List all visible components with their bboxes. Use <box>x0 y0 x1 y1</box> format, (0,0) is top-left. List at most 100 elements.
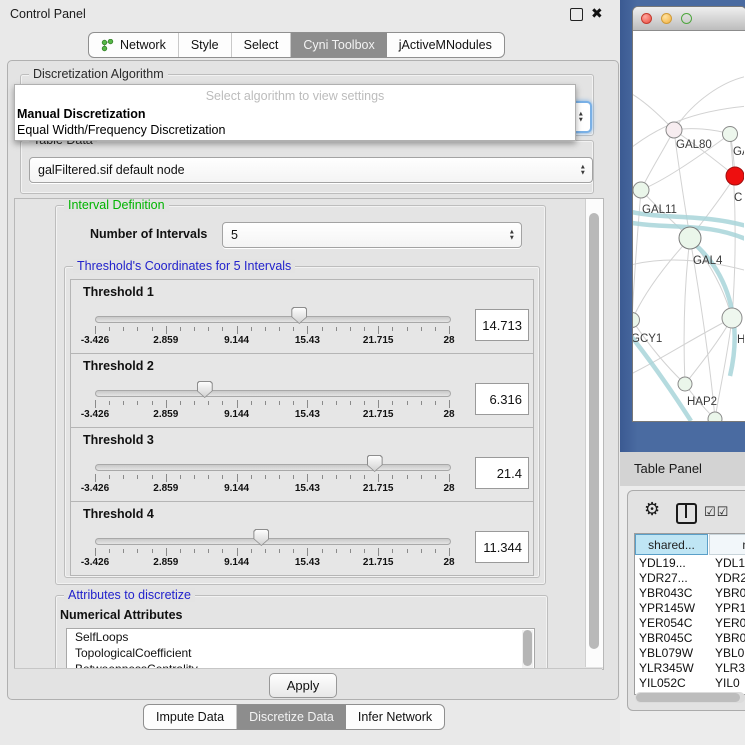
thresholds-title: Threshold's Coordinates for 5 Intervals <box>73 259 295 273</box>
table-row[interactable]: YDR27...YDR2 <box>635 571 745 586</box>
table-row[interactable]: YIL052CYIL0 <box>635 676 745 691</box>
panel-title: Control Panel <box>10 7 86 21</box>
cell-shared-name[interactable]: YBR043C <box>635 586 709 601</box>
slider-track[interactable] <box>95 316 451 323</box>
network-canvas[interactable]: GAL80GACGAL11GAL4GCY1HHAP2 <box>633 31 744 421</box>
network-node[interactable] <box>678 377 692 391</box>
attribute-item[interactable]: TopologicalCoefficient <box>67 645 534 661</box>
tab-network[interactable]: Network <box>89 33 179 57</box>
network-node[interactable] <box>723 127 738 142</box>
cell-name[interactable]: YIL0 <box>709 676 745 691</box>
float-window-icon[interactable] <box>570 8 583 21</box>
table-row[interactable]: YER054CYER0 <box>635 616 745 631</box>
network-node[interactable] <box>726 167 744 185</box>
cell-shared-name[interactable]: YIL052C <box>635 676 709 691</box>
minor-tick <box>392 401 393 405</box>
network-node[interactable] <box>633 313 640 328</box>
scrollbar-thumb[interactable] <box>636 693 740 702</box>
minor-tick <box>152 475 153 479</box>
node-attribute-table[interactable]: shared... na YDL19...YDL1YDR27...YDR2YBR… <box>634 533 745 695</box>
minor-tick <box>350 401 351 405</box>
attribute-item[interactable]: SelfLoops <box>67 629 534 645</box>
cell-name[interactable]: YBR0 <box>709 631 745 646</box>
cell-shared-name[interactable]: YBR045C <box>635 631 709 646</box>
scrollbar-thumb[interactable] <box>523 630 532 666</box>
major-tick <box>237 474 238 482</box>
slider-track[interactable] <box>95 464 451 471</box>
popup-item-manual-discretization[interactable]: Manual Discretization <box>17 107 146 121</box>
node-label: C <box>734 192 742 204</box>
cell-shared-name[interactable]: YER054C <box>635 616 709 631</box>
close-icon[interactable]: ✖ <box>591 5 603 22</box>
number-of-intervals-combobox[interactable]: 5 ▲▼ <box>222 222 522 248</box>
attributes-scrollbar[interactable] <box>522 630 533 670</box>
column-header-shared-name[interactable]: shared... <box>635 534 708 555</box>
cell-name[interactable]: YPR1 <box>709 601 745 616</box>
table-data-combobox[interactable]: galFiltered.sif default node ▲▼ <box>29 157 593 183</box>
close-traffic-light-icon[interactable] <box>641 13 652 24</box>
threshold-box-3: Threshold 3-3.4262.8599.14415.4321.71528… <box>70 427 534 502</box>
popup-item-equal-width-frequency[interactable]: Equal Width/Frequency Discretization <box>17 123 225 137</box>
table-row[interactable]: YBR045CYBR0 <box>635 631 745 646</box>
table-row[interactable]: YBR043CYBR0 <box>635 586 745 601</box>
network-node[interactable] <box>633 182 649 198</box>
network-node[interactable] <box>708 412 722 421</box>
table-panel: ⚙ ☑☑ shared... na YDL19...YDL1YDR27...YD… <box>627 490 745 711</box>
cell-shared-name[interactable]: YPR145W <box>635 601 709 616</box>
tab-infer-network[interactable]: Infer Network <box>346 705 444 729</box>
cell-name[interactable]: YDR2 <box>709 571 745 586</box>
table-row[interactable]: YDL19...YDL1 <box>635 556 745 571</box>
horizontal-scrollbar[interactable] <box>635 692 745 703</box>
tab-impute-data[interactable]: Impute Data <box>144 705 237 729</box>
threshold-value-field[interactable]: 6.316 <box>475 383 529 415</box>
tick-label: 21.715 <box>353 409 403 420</box>
cell-shared-name[interactable]: YDL19... <box>635 556 709 571</box>
apply-button[interactable]: Apply <box>269 673 337 698</box>
combo-arrows-icon: ▲▼ <box>578 112 584 123</box>
network-node[interactable] <box>666 122 682 138</box>
network-node[interactable] <box>679 227 701 249</box>
settings-scrollbar[interactable] <box>585 199 603 667</box>
column-header-name[interactable]: na <box>709 534 745 555</box>
minor-tick <box>109 327 110 331</box>
checkbox-icons[interactable]: ☑☑ <box>704 504 729 520</box>
minor-tick <box>208 549 209 553</box>
tab-jactivemnodules[interactable]: jActiveMNodules <box>387 33 504 57</box>
attributes-title: Attributes to discretize <box>64 588 195 602</box>
cell-name[interactable]: YBR0 <box>709 586 745 601</box>
slider-track[interactable] <box>95 538 451 545</box>
cell-name[interactable]: YBL0 <box>709 646 745 661</box>
minor-tick <box>407 401 408 405</box>
cell-name[interactable]: YLR3 <box>709 661 745 676</box>
minor-tick <box>322 401 323 405</box>
combo-arrows-icon: ▲▼ <box>509 230 515 241</box>
cell-name[interactable]: YER0 <box>709 616 745 631</box>
slider-track[interactable] <box>95 390 451 397</box>
gear-icon[interactable]: ⚙ <box>644 499 660 520</box>
network-node[interactable] <box>722 308 742 328</box>
tick-label: 2.859 <box>141 409 191 420</box>
tab-select[interactable]: Select <box>232 33 292 57</box>
network-window-titlebar[interactable] <box>633 7 745 31</box>
attributes-list[interactable]: SelfLoopsTopologicalCoefficientBetweenne… <box>66 628 535 670</box>
tab-discretize-data[interactable]: Discretize Data <box>237 705 346 729</box>
cell-shared-name[interactable]: YLR345W <box>635 661 709 676</box>
scrollbar-thumb[interactable] <box>589 213 599 649</box>
minimize-traffic-light-icon[interactable] <box>661 13 672 24</box>
minor-tick <box>222 401 223 405</box>
tab-style[interactable]: Style <box>179 33 232 57</box>
threshold-value-field[interactable]: 21.4 <box>475 457 529 489</box>
threshold-value-field[interactable]: 11.344 <box>475 531 529 563</box>
cell-shared-name[interactable]: YBL079W <box>635 646 709 661</box>
threshold-value-field[interactable]: 14.713 <box>475 309 529 341</box>
cell-name[interactable]: YDL1 <box>709 556 745 571</box>
zoom-traffic-light-icon[interactable] <box>681 13 692 24</box>
table-row[interactable]: YBL079WYBL0 <box>635 646 745 661</box>
cell-shared-name[interactable]: YDR27... <box>635 571 709 586</box>
minor-tick <box>322 475 323 479</box>
tab-cyni-toolbox[interactable]: Cyni Toolbox <box>291 33 386 57</box>
table-row[interactable]: YPR145WYPR1 <box>635 601 745 616</box>
table-row[interactable]: YLR345WYLR3 <box>635 661 745 676</box>
columns-icon[interactable] <box>676 503 697 524</box>
minor-tick <box>123 475 124 479</box>
